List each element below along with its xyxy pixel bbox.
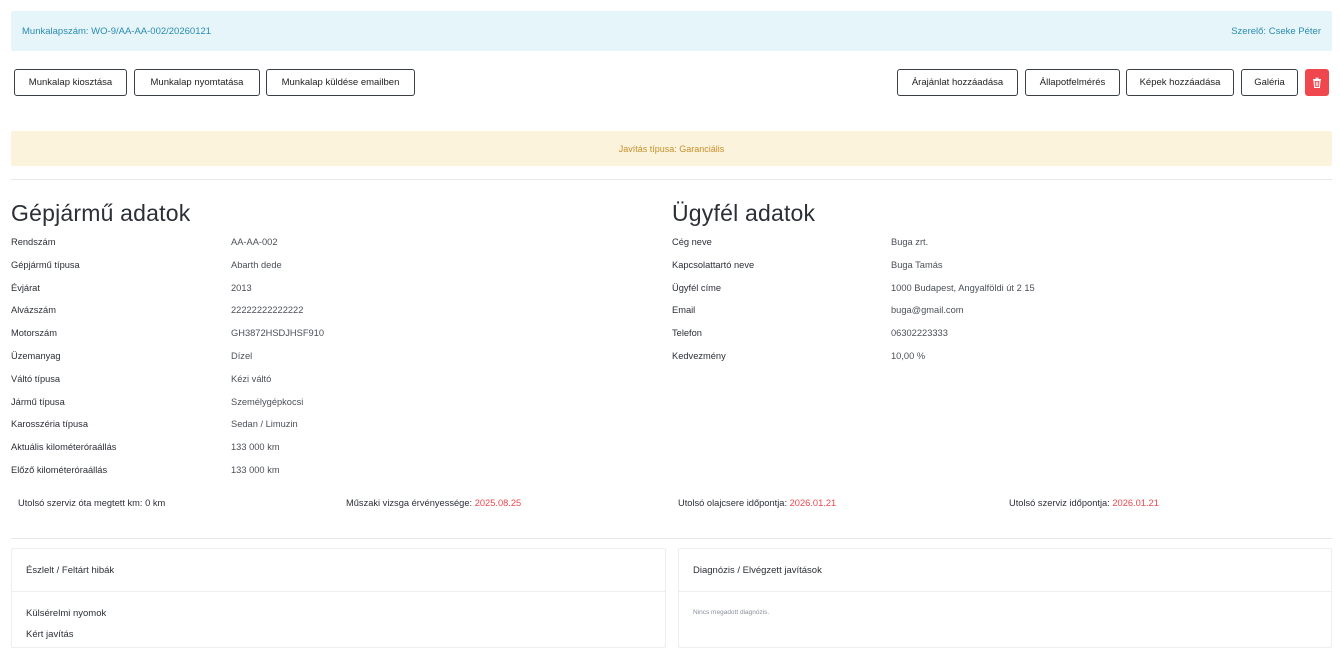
gallery-button[interactable]: Galéria xyxy=(1241,69,1298,96)
repair-type-label: Javítás típusa: xyxy=(618,143,677,154)
divider xyxy=(11,538,1332,539)
customer-row: Email buga@gmail.com xyxy=(672,303,1272,326)
mechanic-info: Szerelő: Cseke Péter xyxy=(1231,26,1321,37)
work-order-label: Munkalapszám: xyxy=(22,25,89,37)
diagnosis-card-title: Diagnózis / Elvégzett javítások xyxy=(679,549,1331,592)
vehicle-field-label: Aktuális kilométeróraállás xyxy=(11,442,117,453)
inspection-date: 2025.08.25 xyxy=(474,498,522,508)
vehicle-row: Évjárat 2013 xyxy=(11,281,611,304)
customer-field-value: buga@gmail.com xyxy=(891,305,964,316)
repair-type-banner: Javítás típusa: Garanciális xyxy=(11,131,1332,166)
customer-row: Kapcsolattartó neve Buga Tamás xyxy=(672,258,1272,281)
vehicle-row: Motorszám GH3872HSDJHSF910 xyxy=(11,326,611,349)
vehicle-row: Aktuális kilométeróraállás 133 000 km xyxy=(11,440,611,463)
work-order-number: Munkalapszám: WO-9/AA-AA-002/20260121 xyxy=(22,26,211,37)
customer-row: Kedvezmény 10,00 % xyxy=(672,349,1272,372)
customer-field-label: Email xyxy=(672,305,696,316)
last-oil-change: Utolsó olajcsere időpontja: 2026.01.21 xyxy=(678,498,836,508)
km-since-service: Utolsó szerviz óta megtett km: 0 km xyxy=(18,498,166,508)
repair-type-value: Garanciális xyxy=(679,143,725,154)
work-order-value: WO-9/AA-AA-002/20260121 xyxy=(91,25,212,37)
customer-field-value: Buga Tamás xyxy=(891,259,943,270)
customer-field-label: Kapcsolattartó neve xyxy=(672,259,755,270)
inspection-validity: Műszaki vizsga érvényessége: 2025.08.25 xyxy=(346,498,521,508)
vehicle-field-label: Üzemanyag xyxy=(11,351,61,361)
vehicle-row: Váltó típusa Kézi váltó xyxy=(11,372,611,395)
inspection-label: Műszaki vizsga érvényessége: xyxy=(346,498,473,508)
vehicle-field-value: Abarth dede xyxy=(231,259,282,270)
vehicle-field-label: Váltó típusa xyxy=(11,373,61,384)
vehicle-field-label: Évjárat xyxy=(11,282,40,293)
vehicle-section-title: Gépjármű adatok xyxy=(11,200,191,226)
vehicle-row: Előző kilométeróraállás 133 000 km xyxy=(11,463,611,486)
fault-item: Külsérelmi nyomok xyxy=(26,608,107,619)
vehicle-row: Jármű típusa Személygépkocsi xyxy=(11,395,611,418)
vehicle-row: Gépjármű típusa Abarth dede xyxy=(11,258,611,281)
vehicle-field-label: Motorszám xyxy=(11,328,57,339)
vehicle-row: Alvázszám 22222222222222 xyxy=(11,303,611,326)
service-label: Utolsó szerviz időpontja: xyxy=(1009,498,1110,508)
vehicle-field-value: 133 000 km xyxy=(231,465,280,475)
trash-icon xyxy=(1312,77,1322,88)
customer-section-title: Ügyfél adatok xyxy=(672,200,816,226)
vehicle-field-value: 2013 xyxy=(231,282,252,293)
vehicle-row: Karosszéria típusa Sedan / Limuzin xyxy=(11,417,611,440)
oil-date: 2026.01.21 xyxy=(789,498,837,508)
toolbar: Munkalap kiosztása Munkalap nyomtatása M… xyxy=(0,69,1340,97)
oil-label: Utolsó olajcsere időpontja: xyxy=(678,498,788,508)
last-service: Utolsó szerviz időpontja: 2026.01.21 xyxy=(1009,498,1159,508)
faults-card: Észlelt / Feltárt hibák Külsérelmi nyomo… xyxy=(11,548,666,648)
customer-details: Cég neve Buga zrt. Kapcsolattartó neve Buga… xyxy=(672,235,1312,375)
assign-work-order-button[interactable]: Munkalap kiosztása xyxy=(14,69,127,96)
vehicle-row: Rendszám AA-AA-002 xyxy=(11,235,611,258)
work-order-header: Munkalapszám: WO-9/AA-AA-002/20260121 Sz… xyxy=(11,11,1332,51)
customer-row: Cég neve Buga zrt. xyxy=(672,235,1272,258)
diagnosis-empty-message: Nincs megadott diagnózis. xyxy=(693,609,770,616)
vehicle-field-value: GH3872HSDJHSF910 xyxy=(231,328,325,339)
vehicle-field-label: Rendszám xyxy=(11,237,56,247)
add-images-button[interactable]: Képek hozzáadása xyxy=(1126,69,1234,96)
customer-field-value: 1000 Budapest, Angyalföldi út 2 15 xyxy=(891,282,1035,293)
condition-assessment-button[interactable]: Állapotfelmérés xyxy=(1025,69,1120,96)
customer-field-value: 06302223333 xyxy=(891,328,948,339)
add-quote-button[interactable]: Árajánlat hozzáadása xyxy=(897,69,1018,96)
fault-item: Kért javítás xyxy=(26,629,74,640)
vehicle-field-value: 133 000 km xyxy=(231,442,280,453)
customer-field-label: Telefon xyxy=(672,328,702,339)
mechanic-label: Szerelő: xyxy=(1231,25,1267,37)
print-work-order-button[interactable]: Munkalap nyomtatása xyxy=(134,69,260,96)
customer-field-value: 10,00 % xyxy=(891,351,926,361)
delete-button[interactable] xyxy=(1305,69,1329,96)
diagnosis-card: Diagnózis / Elvégzett javítások Nincs me… xyxy=(678,548,1332,648)
vehicle-field-value: Kézi váltó xyxy=(231,373,272,384)
email-work-order-button[interactable]: Munkalap küldése emailben xyxy=(266,69,415,96)
divider xyxy=(11,179,1332,180)
faults-card-title: Észlelt / Feltárt hibák xyxy=(12,549,665,592)
vehicle-field-value: Személygépkocsi xyxy=(231,396,304,407)
customer-field-value: Buga zrt. xyxy=(891,237,929,247)
mechanic-name: Cseke Péter xyxy=(1268,25,1321,37)
customer-field-label: Kedvezmény xyxy=(672,351,726,361)
vehicle-field-value: 22222222222222 xyxy=(231,305,304,316)
vehicle-field-value: Dízel xyxy=(231,351,253,361)
customer-field-label: Cég neve xyxy=(672,237,712,247)
vehicle-field-value: AA-AA-002 xyxy=(231,237,278,247)
customer-row: Telefon 06302223333 xyxy=(672,326,1272,349)
vehicle-details: Rendszám AA-AA-002 Gépjármű típusa Abarth d… xyxy=(11,235,651,485)
vehicle-field-label: Jármű típusa xyxy=(11,396,65,407)
vehicle-field-value: Sedan / Limuzin xyxy=(231,419,298,430)
work-order-page: Munkalapszám: WO-9/AA-AA-002/20260121 Sz… xyxy=(0,0,1340,648)
vehicle-field-label: Alvázszám xyxy=(11,305,56,316)
vehicle-row: Üzemanyag Dízel xyxy=(11,349,611,372)
vehicle-field-label: Karosszéria típusa xyxy=(11,419,88,430)
vehicle-field-label: Előző kilométeróraállás xyxy=(11,465,108,475)
customer-row: Ügyfél címe 1000 Budapest, Angyalföldi út… xyxy=(672,281,1272,304)
vehicle-field-label: Gépjármű típusa xyxy=(11,259,80,270)
customer-field-label: Ügyfél címe xyxy=(672,282,722,293)
service-date: 2026.01.21 xyxy=(1112,498,1159,508)
